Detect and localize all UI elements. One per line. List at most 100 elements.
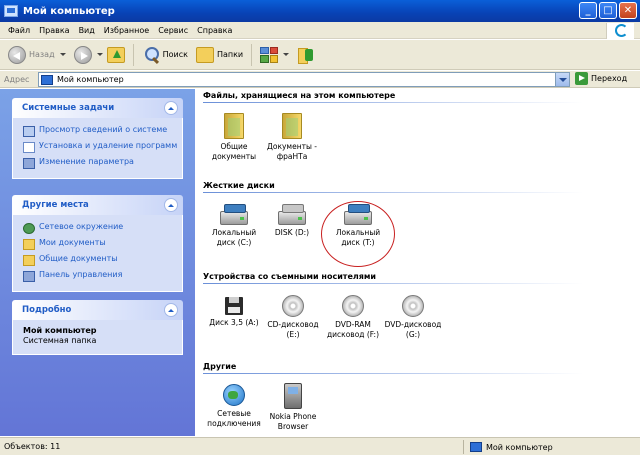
- my-computer-icon: [470, 442, 482, 452]
- title-bar: Мой компьютер _ □ ✕: [0, 0, 640, 22]
- back-label: Назад: [29, 50, 55, 59]
- address-input[interactable]: Мой компьютер: [38, 72, 570, 87]
- item-dvdram-f[interactable]: DVD-RAM дисковод (F:): [322, 294, 384, 340]
- place-control-panel[interactable]: Панель управления: [23, 270, 182, 282]
- item-nokia-phone-browser[interactable]: Nokia Phone Browser: [262, 383, 324, 432]
- menu-favorites[interactable]: Избранное: [104, 26, 149, 35]
- object-count: Объектов: 11: [4, 442, 61, 451]
- toolbar-separator: [132, 43, 134, 66]
- toolbar-separator: [251, 43, 253, 66]
- close-button[interactable]: ✕: [619, 2, 637, 19]
- status-location-text: Мой компьютер: [486, 442, 553, 452]
- place-my-documents[interactable]: Мои документы: [23, 238, 182, 250]
- place-network[interactable]: Сетевое окружение: [23, 222, 182, 234]
- windows-logo-icon: [606, 23, 634, 39]
- maximize-button[interactable]: □: [599, 2, 617, 19]
- folder-icon: [224, 113, 244, 139]
- menu-edit[interactable]: Правка: [39, 26, 69, 35]
- item-drive-d[interactable]: DISK (D:): [261, 204, 323, 238]
- my-computer-icon: [4, 5, 18, 17]
- dvd-drive-icon: [342, 295, 364, 317]
- phone-icon: [284, 383, 302, 409]
- group-removable-header: Устройства со съемными носителями: [203, 272, 377, 281]
- system-tasks-body: Просмотр сведений о системе Установка и …: [12, 118, 183, 179]
- group-divider: [203, 102, 583, 103]
- collapse-chevron-icon[interactable]: [164, 101, 178, 115]
- item-user-documents[interactable]: Документы - фраНТа: [261, 113, 323, 162]
- collapse-chevron-icon[interactable]: [164, 198, 178, 212]
- go-label: Переход: [591, 74, 628, 83]
- folder-sync-icon: [297, 47, 315, 64]
- item-label: CD-дисковод (E:): [267, 320, 319, 339]
- floppy-disk-icon: [225, 297, 243, 315]
- search-button[interactable]: Поиск: [142, 43, 188, 67]
- details-body: Мой компьютер Системная папка: [12, 320, 183, 355]
- folder-sync-button[interactable]: [297, 43, 315, 67]
- item-label: DVD-RAM дисковод (F:): [327, 320, 379, 339]
- hard-drive-icon: [278, 204, 306, 225]
- task-label: Изменение параметра: [39, 157, 134, 166]
- forward-dropdown-icon[interactable]: [96, 53, 103, 56]
- address-bar: Адрес Мой компьютер Переход: [0, 71, 640, 88]
- views-button[interactable]: [260, 43, 290, 67]
- back-dropdown-icon[interactable]: [59, 53, 66, 56]
- system-tasks-header[interactable]: Системные задачи: [12, 98, 183, 118]
- control-panel-icon: [23, 158, 35, 169]
- go-button[interactable]: Переход: [575, 72, 627, 85]
- up-folder-button[interactable]: [106, 46, 125, 63]
- add-remove-programs-icon: [23, 142, 35, 153]
- place-label: Мои документы: [39, 238, 106, 247]
- item-shared-documents[interactable]: Общие документы: [203, 113, 265, 162]
- item-cd-e[interactable]: CD-дисковод (E:): [262, 294, 324, 340]
- menu-view[interactable]: Вид: [79, 26, 95, 35]
- group-divider: [203, 192, 583, 193]
- task-label: Установка и удаление программ: [39, 141, 178, 150]
- item-label: Документы - фраНТа: [267, 142, 317, 161]
- item-drive-c[interactable]: Локальный диск (C:): [203, 204, 265, 248]
- content-area: Файлы, хранящиеся на этом компьютере Общ…: [195, 89, 640, 436]
- menu-help[interactable]: Справка: [197, 26, 232, 35]
- group-drives-header: Жесткие диски: [203, 181, 275, 190]
- forward-button[interactable]: [73, 43, 103, 67]
- task-add-remove-programs[interactable]: Установка и удаление программ: [23, 141, 182, 153]
- task-change-setting[interactable]: Изменение параметра: [23, 157, 182, 169]
- address-dropdown-icon[interactable]: [555, 73, 569, 86]
- other-places-header[interactable]: Другие места: [12, 195, 183, 215]
- window-title: Мой компьютер: [23, 5, 115, 17]
- control-panel-icon: [23, 271, 35, 282]
- item-floppy-a[interactable]: Диск 3,5 (A:): [203, 294, 265, 328]
- item-label: DVD-дисковод (G:): [384, 320, 442, 339]
- cd-drive-icon: [282, 295, 304, 317]
- details-panel: Подробно Мой компьютер Системная папка: [12, 300, 183, 355]
- item-label: DISK (D:): [274, 228, 310, 237]
- item-dvd-g[interactable]: DVD-дисковод (G:): [382, 294, 444, 340]
- task-label: Просмотр сведений о системе: [39, 125, 168, 134]
- window-controls: _ □ ✕: [579, 2, 637, 19]
- back-arrow-icon: [8, 45, 26, 64]
- search-icon: [142, 46, 160, 64]
- back-button[interactable]: Назад: [8, 43, 66, 67]
- collapse-chevron-icon[interactable]: [164, 303, 178, 317]
- item-label: Локальный диск (C:): [211, 228, 257, 247]
- folders-button[interactable]: Папки: [195, 43, 243, 67]
- menu-tools[interactable]: Сервис: [158, 26, 188, 35]
- system-info-icon: [23, 126, 35, 137]
- views-dropdown-icon[interactable]: [283, 53, 290, 56]
- status-location: Мой компьютер: [463, 440, 633, 454]
- task-pane: Системные задачи Просмотр сведений о сис…: [0, 89, 195, 436]
- place-label: Сетевое окружение: [39, 222, 124, 231]
- item-network-connections[interactable]: Сетевые подключения: [203, 383, 265, 429]
- folder-icon: [23, 239, 35, 250]
- task-view-system-info[interactable]: Просмотр сведений о системе: [23, 125, 182, 137]
- minimize-button[interactable]: _: [579, 2, 597, 19]
- group-divider: [203, 283, 583, 284]
- other-places-title: Другие места: [22, 200, 89, 210]
- network-icon: [23, 223, 35, 234]
- item-label: Диск 3,5 (A:): [209, 318, 259, 327]
- address-label: Адрес: [4, 74, 30, 84]
- details-header[interactable]: Подробно: [12, 300, 183, 320]
- system-tasks-title: Системные задачи: [22, 103, 115, 113]
- menu-file[interactable]: Файл: [8, 26, 30, 35]
- group-divider: [203, 373, 583, 374]
- place-shared-documents[interactable]: Общие документы: [23, 254, 182, 266]
